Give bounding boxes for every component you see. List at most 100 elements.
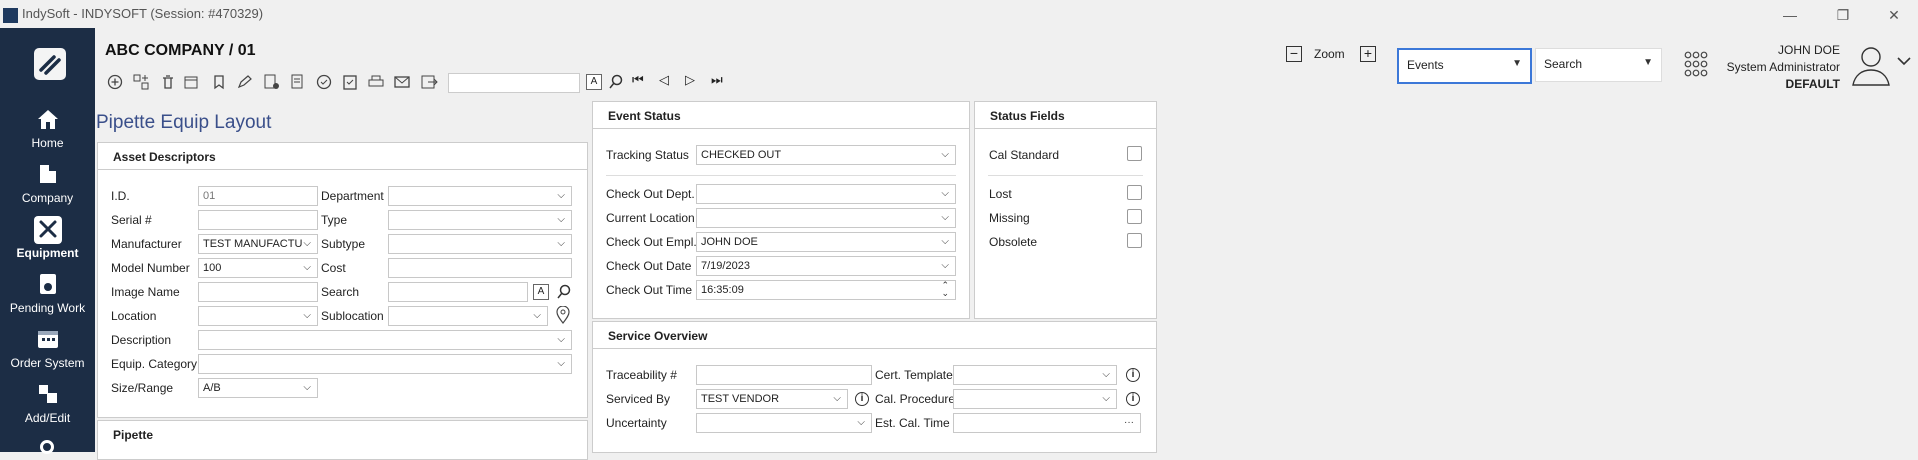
zoom-out-button[interactable]: − [1286, 46, 1302, 62]
minimize-button[interactable]: — [1770, 4, 1810, 26]
id-field[interactable]: 01 [198, 186, 318, 206]
check-out-empl-select[interactable]: JOHN DOE ⌵ [696, 232, 956, 252]
est-cal-time-field[interactable]: ··· [953, 413, 1141, 433]
model-number-label: Model Number [111, 261, 190, 275]
sidebar-item-equipment[interactable]: Equipment [0, 216, 95, 272]
user-avatar-icon[interactable] [1849, 43, 1893, 87]
print-icon[interactable] [367, 73, 385, 91]
model-number-select[interactable]: 100 ⌵ [198, 258, 318, 278]
search-icon[interactable] [608, 74, 624, 93]
chevron-down-icon: ⌵ [303, 262, 311, 273]
sidebar-item-add-edit[interactable]: Add/Edit [0, 381, 95, 437]
edit-icon[interactable] [236, 73, 254, 91]
uncertainty-select[interactable]: ⌵ [696, 413, 872, 433]
chevron-down-icon: ⌵ [833, 393, 841, 404]
first-record-button[interactable]: ⏮ [632, 72, 644, 88]
panel-title: Status Fields [990, 109, 1065, 123]
info-icon[interactable]: i [1126, 392, 1140, 406]
subtype-select[interactable]: ⌵ [388, 234, 572, 254]
search-dropdown[interactable]: Search ▼ [1535, 48, 1662, 82]
chevron-down-icon: ⌵ [1102, 393, 1110, 404]
window-title: IndySoft - INDYSOFT (Session: #470329) [22, 6, 264, 21]
serviced-by-select[interactable]: TEST VENDOR ⌵ [696, 389, 848, 409]
divider [593, 348, 1156, 349]
building-icon [35, 161, 61, 187]
current-location-label: Current Location [606, 211, 695, 225]
info-icon[interactable]: i [855, 392, 869, 406]
email-icon[interactable] [393, 73, 411, 91]
user-menu-chevron-icon[interactable] [1896, 54, 1912, 70]
previous-record-button[interactable]: ◁ [659, 72, 669, 88]
close-button[interactable]: ✕ [1874, 4, 1914, 26]
check-out-time-spinner[interactable]: 16:35:09 ⌃ ⌄ [696, 280, 956, 300]
check-out-empl-value: JOHN DOE [701, 236, 758, 248]
chevron-down-icon: ⌵ [557, 238, 565, 249]
next-record-button[interactable]: ▷ [685, 72, 695, 88]
spin-updown-icon[interactable]: ⌃ ⌄ [941, 281, 949, 298]
cal-procedure-select[interactable]: ⌵ [953, 389, 1117, 409]
check-out-date-picker[interactable]: 7/19/2023 ⌵ [696, 256, 956, 276]
asset-search-field[interactable] [388, 282, 528, 302]
description-select[interactable]: ⌵ [198, 330, 572, 350]
calendar-edit-icon[interactable] [183, 73, 201, 91]
traceability-field[interactable] [696, 365, 872, 385]
calibration-icon[interactable] [315, 73, 333, 91]
chevron-down-icon: ⌵ [941, 149, 949, 160]
equip-category-select[interactable]: ⌵ [198, 354, 572, 374]
ellipsis-button[interactable]: ··· [1124, 416, 1134, 429]
type-select[interactable]: ⌵ [388, 210, 572, 230]
search-icon[interactable] [556, 284, 572, 303]
obsolete-checkbox[interactable] [1127, 233, 1142, 248]
tools-icon [35, 216, 61, 242]
user-group: DEFAULT [1785, 77, 1840, 91]
caret-down-icon: ▼ [1512, 58, 1522, 69]
cost-field[interactable] [388, 258, 572, 278]
manufacturer-label: Manufacturer [111, 237, 182, 251]
zoom-in-button[interactable]: + [1360, 46, 1376, 62]
department-select[interactable]: ⌵ [388, 186, 572, 206]
sidebar-item-home[interactable]: Home [0, 106, 95, 162]
tracking-status-label: Tracking Status [606, 148, 689, 162]
brand-logo-icon[interactable] [34, 48, 66, 80]
sublocation-select[interactable]: ⌵ [388, 306, 548, 326]
new-layout-icon[interactable] [132, 73, 150, 91]
restore-button[interactable]: ❐ [1823, 4, 1863, 26]
info-icon[interactable]: i [1126, 368, 1140, 382]
a-toggle-button[interactable]: A [533, 284, 549, 300]
tracking-status-select[interactable]: CHECKED OUT ⌵ [696, 145, 956, 165]
serial-field[interactable] [198, 210, 318, 230]
export-icon[interactable] [420, 73, 438, 91]
sidebar-item-company[interactable]: Company [0, 161, 95, 217]
report-icon[interactable] [262, 73, 280, 91]
cal-standard-checkbox[interactable] [1127, 146, 1142, 161]
layout-title: Pipette Equip Layout [96, 112, 272, 133]
image-name-field[interactable] [198, 282, 318, 302]
apps-grid-icon[interactable] [1684, 50, 1708, 78]
events-dropdown[interactable]: Events ▼ [1397, 48, 1532, 84]
map-pin-icon[interactable] [556, 305, 570, 327]
size-range-select[interactable]: A/B ⌵ [198, 378, 318, 398]
panel-title: Pipette [113, 428, 154, 442]
missing-checkbox[interactable] [1127, 209, 1142, 224]
checkout-icon[interactable] [289, 73, 307, 91]
manufacturer-select[interactable]: TEST MANUFACTU ⌵ [198, 234, 318, 254]
lost-checkbox[interactable] [1127, 185, 1142, 200]
bookmark-icon[interactable] [210, 73, 228, 91]
chevron-down-icon: ⌵ [557, 214, 565, 225]
sidebar-item-pending-work[interactable]: Pending Work [0, 271, 95, 327]
clipboard-icon[interactable] [341, 73, 359, 91]
a-toggle-button[interactable]: A [586, 74, 602, 90]
last-record-button[interactable]: ⏭ [711, 72, 723, 88]
est-cal-time-label: Est. Cal. Time [875, 416, 950, 430]
sidebar-item-order-system[interactable]: Order System [0, 326, 95, 382]
check-out-dept-select[interactable]: ⌵ [696, 184, 956, 204]
current-location-select[interactable]: ⌵ [696, 208, 956, 228]
delete-icon[interactable] [159, 73, 177, 91]
sidebar-item-label: Pending Work [9, 301, 86, 315]
location-select[interactable]: ⌵ [198, 306, 318, 326]
add-icon[interactable] [106, 73, 124, 91]
toolbar-search-input[interactable] [448, 73, 580, 93]
cert-template-select[interactable]: ⌵ [953, 365, 1117, 385]
app-logo-icon [3, 8, 18, 23]
chevron-down-icon: ⌵ [557, 334, 565, 345]
